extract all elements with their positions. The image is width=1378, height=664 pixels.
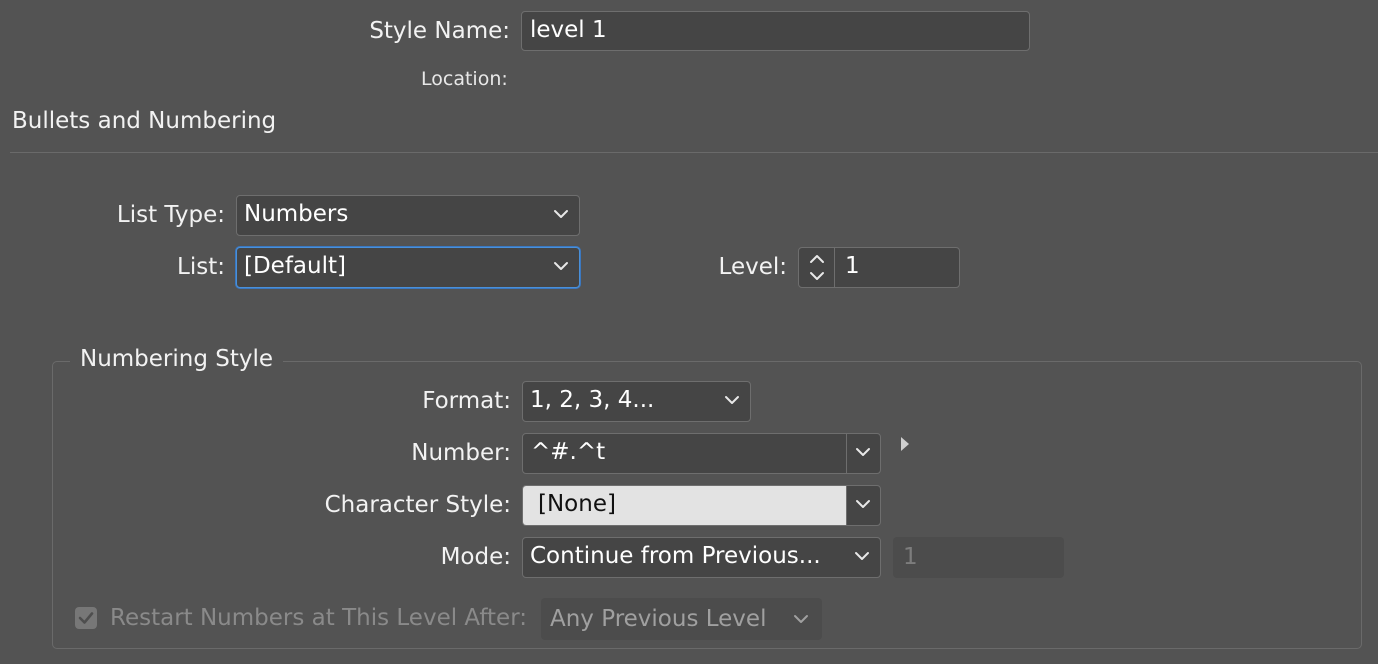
level-stepper[interactable]: 1	[798, 247, 960, 288]
level-stepper-arrows[interactable]	[799, 248, 835, 287]
chevron-down-icon	[725, 396, 739, 404]
number-dropdown-button[interactable]	[846, 434, 880, 473]
level-label: Level:	[718, 254, 787, 280]
numbering-style-title: Numbering Style	[70, 346, 284, 372]
list-type-dropdown[interactable]: Numbers	[236, 195, 580, 236]
character-style-value[interactable]: [None]	[523, 486, 846, 525]
list-dropdown[interactable]: [Default]	[236, 247, 580, 288]
bullets-and-numbering-title: Bullets and Numbering	[12, 108, 277, 134]
list-value: [Default]	[244, 253, 346, 279]
list-label: List:	[177, 254, 225, 280]
section-divider	[10, 152, 1378, 153]
chevron-down-icon	[856, 448, 870, 456]
format-dropdown[interactable]: 1, 2, 3, 4...	[522, 381, 751, 422]
stepper-down-icon[interactable]	[799, 267, 835, 287]
restart-level-dropdown: Any Previous Level	[541, 598, 822, 640]
mode-label: Mode:	[440, 544, 511, 570]
character-style-label: Character Style:	[324, 492, 511, 518]
restart-level-value: Any Previous Level	[550, 606, 767, 632]
restart-numbers-label: Restart Numbers at This Level After:	[110, 605, 527, 631]
mode-value: Continue from Previous...	[530, 543, 821, 569]
format-value: 1, 2, 3, 4...	[530, 387, 655, 413]
chevron-down-icon	[855, 552, 869, 560]
format-label: Format:	[422, 388, 511, 414]
restart-numbers-checkbox[interactable]	[75, 607, 97, 629]
style-name-label: Style Name:	[369, 18, 510, 44]
style-name-input[interactable]: level 1	[521, 11, 1030, 51]
chevron-down-icon	[856, 500, 870, 508]
number-label: Number:	[411, 440, 511, 466]
chevron-down-icon	[794, 615, 808, 623]
chevron-down-icon	[554, 262, 568, 270]
location-label: Location:	[421, 68, 508, 90]
checkmark-icon	[78, 612, 94, 624]
insert-special-character-arrow-icon[interactable]	[898, 434, 912, 454]
list-type-label: List Type:	[116, 202, 225, 228]
character-style-dropdown-button[interactable]	[846, 486, 880, 525]
level-value: 1	[845, 253, 860, 279]
number-input[interactable]: ^#.^t	[523, 434, 846, 473]
list-type-value: Numbers	[244, 201, 349, 227]
mode-dropdown[interactable]: Continue from Previous...	[522, 537, 881, 578]
mode-start-at-field: 1	[893, 537, 1064, 578]
character-style-combo[interactable]: [None]	[522, 485, 881, 526]
number-combo[interactable]: ^#.^t	[522, 433, 881, 474]
stepper-up-icon[interactable]	[799, 249, 835, 269]
chevron-down-icon	[554, 210, 568, 218]
